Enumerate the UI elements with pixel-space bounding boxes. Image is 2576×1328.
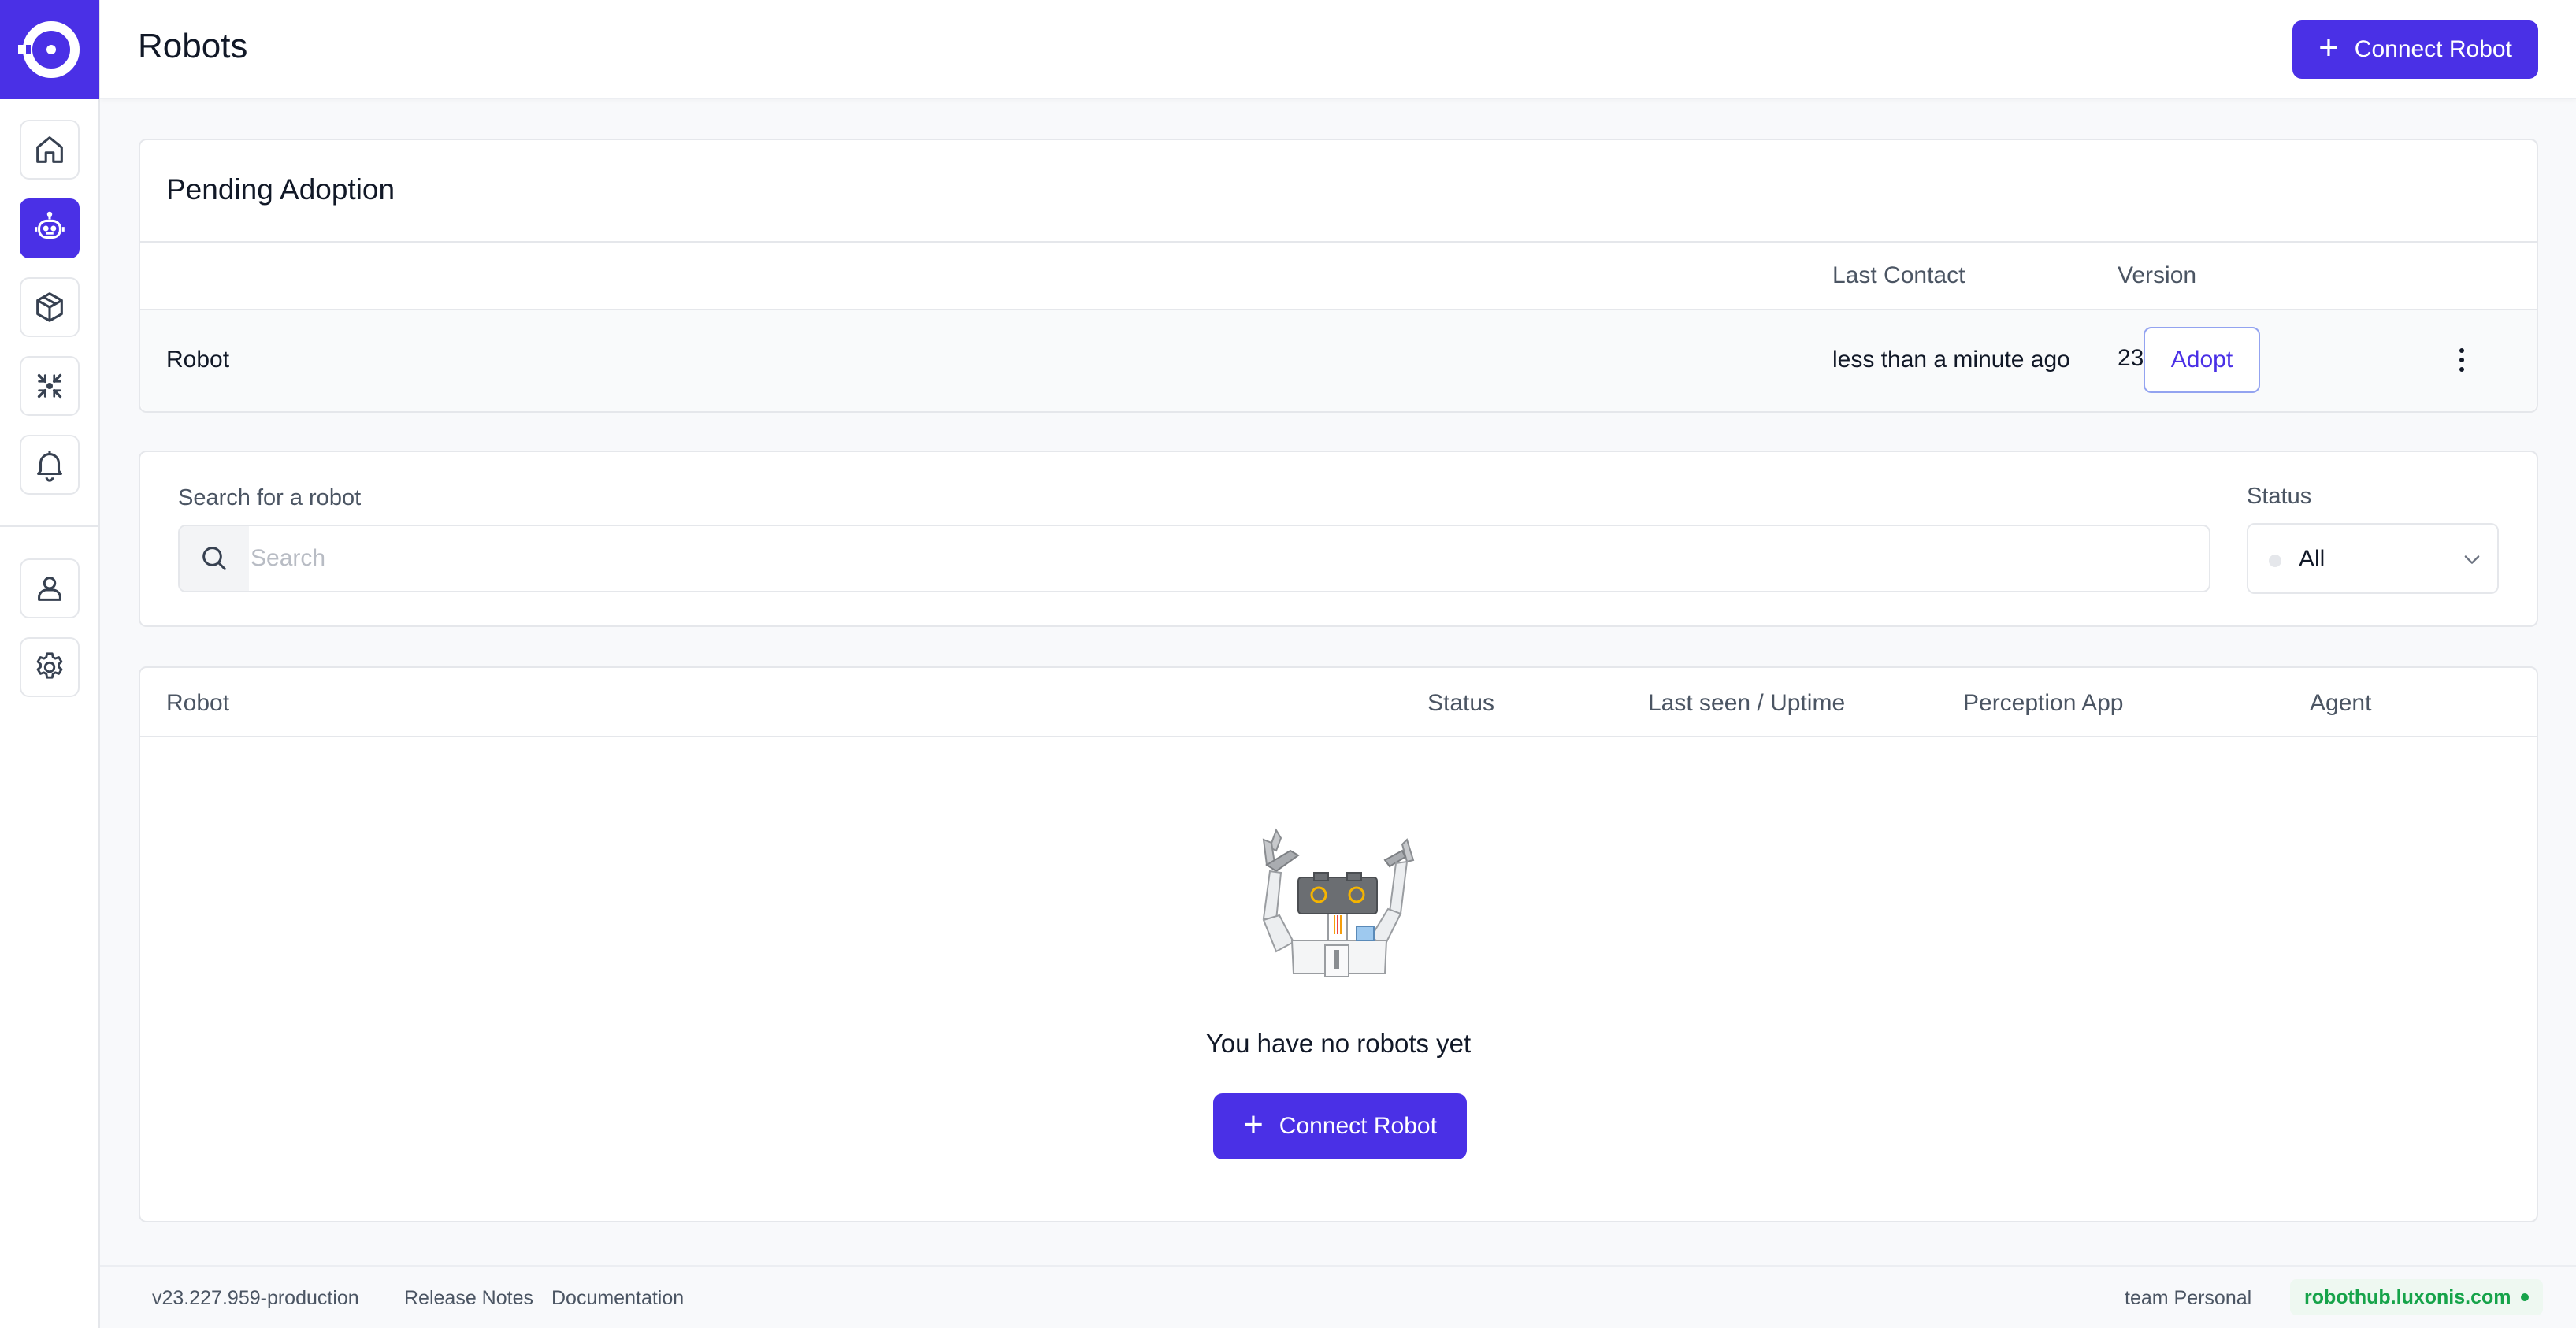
column-status: Status [1427,690,1495,716]
column-perception-app: Perception App [1963,690,2124,716]
connect-robot-empty-button[interactable]: + Connect Robot [1213,1093,1467,1159]
sidebar [0,0,100,1328]
column-last-contact: Last Contact [1832,262,1965,288]
top-header: Robots + Connect Robot [100,0,2576,99]
adopt-button[interactable]: Adopt [2144,327,2260,393]
search-field[interactable] [178,525,2210,592]
connect-robot-label: Connect Robot [1279,1113,1437,1139]
connect-robot-label: Connect Robot [2354,36,2512,62]
plus-icon: + [1243,1105,1264,1144]
status-select[interactable]: All [2247,523,2499,594]
empty-state-text: You have no robots yet [1205,1029,1472,1058]
app-version: v23.227.959-production [152,1287,359,1309]
robot-icon [35,211,65,239]
logo[interactable] [0,0,99,99]
page-title: Robots [138,27,248,65]
search-input[interactable] [249,526,2203,591]
release-notes-link[interactable]: Release Notes [404,1287,533,1310]
robots-table-card: Robot Status Last seen / Uptime Percepti… [139,666,2538,1222]
more-options-icon[interactable] [2450,340,2474,380]
team-name[interactable]: team Personal [2125,1287,2251,1310]
status-label: Status [2247,484,2312,509]
column-robot: Robot [166,690,230,716]
bell-icon [37,451,62,482]
domain-status-badge: robothub.luxonis.com [2290,1279,2543,1315]
sidebar-item-account[interactable] [20,558,80,618]
sidebar-item-settings[interactable] [20,637,80,697]
connect-robot-header-button[interactable]: + Connect Robot [2292,20,2538,79]
sidebar-item-notifications[interactable] [20,435,80,495]
chevron-down-icon [2464,555,2480,564]
plus-icon: + [2318,28,2339,67]
logo-icon [18,21,80,78]
gear-icon [36,652,63,679]
documentation-link[interactable]: Documentation [551,1287,684,1310]
divider [140,736,2537,737]
pending-robot-name: Robot [166,347,230,373]
search-icon [202,547,226,570]
status-dot [2269,555,2281,567]
sidebar-item-packages[interactable] [20,277,80,337]
pending-adoption-title: Pending Adoption [166,173,395,206]
sidebar-item-robots[interactable] [20,198,80,258]
perception-icon [37,373,62,399]
sidebar-item-perception[interactable] [20,356,80,416]
home-icon [36,136,63,163]
domain-text: robothub.luxonis.com [2304,1285,2511,1308]
search-icon-container [180,526,249,591]
status-value: All [2299,546,2325,572]
sidebar-item-home[interactable] [20,120,80,180]
empty-robot-illustration [1262,828,1415,977]
column-version: Version [2118,262,2197,288]
package-icon [36,292,63,322]
user-icon [38,577,61,601]
footer: v23.227.959-production Release Notes Doc… [100,1265,2576,1328]
pending-robot-last-contact: less than a minute ago [1832,347,2070,373]
online-status-icon [2520,1293,2529,1301]
divider [140,241,2537,243]
column-last-seen: Last seen / Uptime [1648,690,1846,716]
search-label: Search for a robot [178,485,362,510]
sidebar-divider [0,525,99,527]
column-agent: Agent [2310,690,2372,716]
